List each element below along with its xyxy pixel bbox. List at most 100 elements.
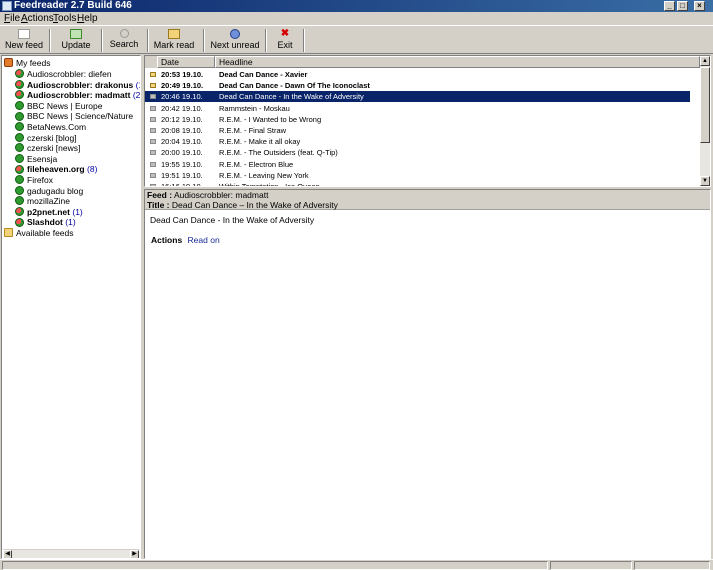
new-feed-button[interactable]: New feed — [2, 27, 46, 54]
article-row[interactable]: 20:12 19.10. R.E.M. - I Wanted to be Wron… — [145, 114, 690, 125]
article-headline: Rammstein - Moskau — [219, 103, 290, 113]
unread-count-badge: (1) — [72, 206, 83, 217]
toolbar-separator — [265, 29, 267, 52]
feeds-root-icon — [4, 58, 13, 68]
article-row[interactable]: 19:55 19.10. R.E.M. - Electron Blue — [145, 159, 690, 170]
exit-button[interactable]: ✖ Exit — [270, 27, 300, 54]
minimize-button[interactable]: _ — [664, 1, 675, 11]
list-vertical-scrollbar[interactable]: ▲ ▼ — [700, 56, 710, 186]
article-row[interactable]: 19:51 19.10. R.E.M. - Leaving New York — [145, 170, 690, 181]
scroll-left-icon[interactable]: ◀ — [3, 550, 12, 558]
scroll-thumb[interactable] — [700, 67, 710, 143]
scroll-up-icon[interactable]: ▲ — [700, 56, 710, 66]
read-article-icon — [150, 116, 156, 122]
unread-count-badge: (8) — [87, 164, 98, 175]
article-row[interactable]: 20:08 19.10. R.E.M. - Final Straw — [145, 125, 690, 136]
mark-read-button[interactable]: Mark read — [152, 27, 196, 54]
menu-actions[interactable]: Actions — [21, 13, 54, 24]
tree-horizontal-scrollbar[interactable]: ◀ ▶ — [3, 549, 139, 558]
preview-actions: Actions Read on — [151, 235, 220, 245]
column-header-headline[interactable]: Headline — [215, 56, 700, 68]
read-article-icon — [150, 105, 156, 111]
tree-available-feeds[interactable]: Available feeds — [4, 227, 74, 239]
article-headline: Dead Can Dance - Xavier — [219, 70, 308, 79]
article-row[interactable]: 20:00 19.10. R.E.M. - The Outsiders (feat… — [145, 147, 690, 158]
status-panel — [550, 561, 632, 570]
feed-icon-red — [15, 217, 24, 227]
column-header-date[interactable]: Date — [157, 56, 215, 68]
article-headline: R.E.M. - Leaving New York — [219, 170, 309, 180]
article-date: 20:46 19.10. — [161, 92, 203, 102]
next-unread-button[interactable]: Next unread — [208, 27, 262, 54]
preview-feed-name: Audioscrobbler: madmatt — [173, 190, 269, 200]
toolbar-separator — [49, 29, 51, 52]
feed-icon-red — [15, 207, 24, 217]
article-date: 19:51 19.10. — [161, 170, 203, 180]
read-article-icon — [150, 150, 156, 156]
article-date: 20:12 19.10. — [161, 114, 203, 124]
article-list: Date Headline 20:53 19.10. Dead Can Dance… — [144, 55, 711, 187]
feed-tree: My feeds Audioscrobbler: diefen Audioscro… — [1, 55, 141, 559]
feed-icon — [15, 143, 24, 153]
update-button[interactable]: Update — [54, 27, 98, 54]
article-headline: Dead Can Dance - Dawn Of The Iconoclast — [219, 81, 370, 91]
app-icon — [2, 1, 12, 11]
read-article-icon — [150, 128, 156, 133]
article-preview: Feed : Audioscrobbler: madmatt Title : D… — [144, 189, 711, 559]
toolbar-separator — [203, 29, 205, 52]
unread-article-icon — [150, 83, 156, 89]
feed-icon — [15, 111, 24, 121]
article-row[interactable]: 20:42 19.10. Rammstein - Moskau — [145, 103, 690, 114]
unread-article-icon — [150, 72, 156, 77]
window-title: Feedreader 2.7 Build 646 — [14, 0, 132, 11]
feed-icon — [15, 122, 24, 132]
menu-bar: File Actions Tools Help — [0, 12, 713, 25]
read-on-link[interactable]: Read on — [188, 235, 220, 245]
close-button[interactable]: × — [694, 1, 705, 11]
article-headline: R.E.M. - Make it all okay — [219, 137, 301, 147]
article-row[interactable]: 20:46 19.10. Dead Can Dance - In the Wake… — [145, 91, 690, 103]
status-panel — [634, 561, 710, 570]
article-date: 20:53 19.10. — [161, 70, 204, 79]
article-date: 20:49 19.10. — [161, 81, 204, 91]
feed-icon — [15, 154, 24, 164]
title-bar: Feedreader 2.7 Build 646 _ □ × — [0, 0, 713, 12]
toolbar-separator — [147, 29, 149, 52]
read-article-icon — [150, 172, 156, 178]
new-feed-icon — [18, 29, 30, 39]
read-article-icon — [150, 139, 156, 145]
preview-body-title: Dead Can Dance - In the Wake of Adversit… — [150, 215, 315, 225]
article-date: 20:42 19.10. — [161, 103, 203, 113]
update-icon — [70, 29, 82, 39]
preview-title-line: Title : Dead Can Dance – In the Wake of … — [147, 200, 338, 210]
menu-tools[interactable]: Tools — [53, 13, 76, 24]
preview-title-value: Dead Can Dance – In the Wake of Adversit… — [171, 200, 338, 210]
feed-icon-red — [15, 79, 24, 89]
toolbar-separator — [303, 29, 305, 52]
feed-icon-red — [15, 69, 24, 79]
status-panel — [2, 561, 548, 570]
search-icon — [119, 29, 129, 38]
article-row[interactable]: 20:49 19.10. Dead Can Dance - Dawn Of The… — [145, 80, 690, 91]
article-row[interactable]: 20:53 19.10. Dead Can Dance - Xavier — [145, 69, 690, 80]
feed-icon-red — [15, 90, 24, 100]
maximize-button[interactable]: □ — [677, 1, 688, 11]
menu-help[interactable]: Help — [77, 13, 98, 24]
article-row[interactable]: 20:04 19.10. R.E.M. - Make it all okay — [145, 136, 690, 147]
menu-file[interactable]: File — [4, 13, 20, 24]
feed-icon — [15, 132, 24, 142]
unread-count-badge: (2) — [132, 90, 141, 101]
toolbar: New feed Update Search Mark read Next un… — [0, 25, 713, 54]
mark-read-icon — [168, 29, 180, 39]
article-headline: R.E.M. - The Outsiders (feat. Q-Tip) — [219, 148, 338, 158]
article-headline: R.E.M. - Electron Blue — [219, 159, 294, 169]
status-bar — [0, 559, 713, 570]
feed-icon — [15, 196, 24, 206]
search-button[interactable]: Search — [104, 27, 144, 54]
scroll-down-icon[interactable]: ▼ — [700, 176, 710, 186]
article-date: 20:08 19.10. — [161, 126, 203, 135]
preview-feed-line: Feed : Audioscrobbler: madmatt — [147, 190, 269, 200]
feed-icon — [15, 175, 24, 185]
feed-icon — [15, 185, 24, 195]
scroll-right-icon[interactable]: ▶ — [130, 550, 139, 558]
